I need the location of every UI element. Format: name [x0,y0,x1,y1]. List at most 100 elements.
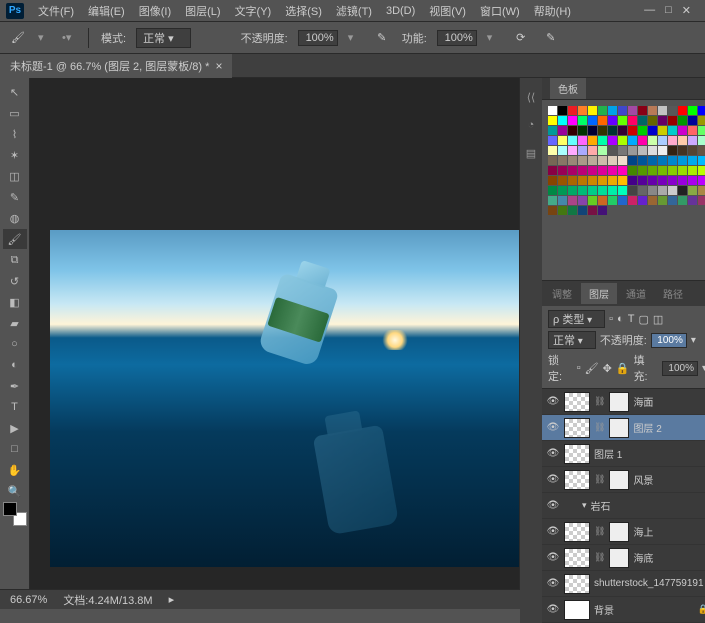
color-swatch[interactable] [608,146,617,155]
color-swatch[interactable] [558,136,567,145]
blend-mode-select[interactable]: 正常 ▾ [136,28,191,48]
window-minimize-icon[interactable]: — [644,4,655,17]
tool-eyedropper[interactable]: ✎ [3,187,27,207]
color-swatch[interactable] [578,186,587,195]
color-swatch[interactable] [588,196,597,205]
tool-hand[interactable]: ✋ [3,460,27,480]
close-tab-icon[interactable]: × [215,59,222,73]
color-swatch[interactable] [618,156,627,165]
layer-visibility-icon[interactable]: 👁 [546,447,560,461]
color-swatch[interactable] [578,196,587,205]
status-chevron-icon[interactable]: ▸ [169,593,175,606]
color-swatch[interactable] [668,166,677,175]
layer-row[interactable]: 👁图层 1 [542,441,705,467]
menu-layer[interactable]: 图层(L) [179,1,226,21]
tool-move[interactable]: ↖ [3,82,27,102]
tool-crop[interactable]: ◫ [3,166,27,186]
color-swatch[interactable] [678,106,687,115]
tool-blur[interactable]: ○ [3,334,27,354]
color-swatch[interactable] [678,136,687,145]
layer-name[interactable]: 背景 [594,602,694,617]
color-swatch[interactable] [638,156,647,165]
layer-link-icon[interactable]: ⛓ [594,526,605,537]
color-swatch[interactable] [588,136,597,145]
tool-pen[interactable]: ✒ [3,376,27,396]
color-swatch[interactable] [568,186,577,195]
color-swatch[interactable] [678,146,687,155]
color-swatch[interactable] [698,116,705,125]
color-swatch[interactable] [678,196,687,205]
tool-rectangle[interactable]: □ [3,439,27,459]
color-swatch[interactable] [658,126,667,135]
color-swatch[interactable] [698,176,705,185]
filter-pixel-icon[interactable]: ▫ [609,313,613,325]
color-swatch[interactable] [648,136,657,145]
color-swatch[interactable] [598,116,607,125]
color-swatch[interactable] [648,176,657,185]
color-swatch[interactable] [578,116,587,125]
layer-visibility-icon[interactable]: 👁 [546,577,560,591]
color-swatch[interactable] [598,136,607,145]
color-swatch[interactable] [618,166,627,175]
color-swatch[interactable] [668,106,677,115]
tool-lasso[interactable]: ⌇ [3,124,27,144]
color-swatch[interactable] [688,156,697,165]
color-swatch[interactable] [558,196,567,205]
color-swatch[interactable] [648,196,657,205]
layer-name[interactable]: 海上 [633,524,705,539]
color-swatch[interactable] [678,186,687,195]
color-swatch[interactable] [658,136,667,145]
layer-row[interactable]: 👁⛓风景 [542,467,705,493]
filter-adjust-icon[interactable]: ◐ [617,313,624,325]
color-swatch[interactable] [568,126,577,135]
layer-filter-select[interactable]: ρ 类型 ▾ [548,310,605,328]
color-swatch[interactable] [608,186,617,195]
menu-image[interactable]: 图像(I) [133,1,177,21]
color-swatch[interactable] [608,156,617,165]
layer-visibility-icon[interactable]: 👁 [546,499,560,513]
color-swatch[interactable] [628,146,637,155]
color-swatch[interactable] [618,186,627,195]
color-swatch[interactable] [678,156,687,165]
color-swatch[interactable] [608,176,617,185]
layer-name[interactable]: 岩石 [591,498,705,513]
layer-mask-thumbnail[interactable] [609,548,629,568]
flow-chevron-icon[interactable]: ▾ [487,31,501,45]
color-swatch[interactable] [698,186,705,195]
color-swatch[interactable] [628,106,637,115]
color-swatch[interactable] [648,126,657,135]
layer-mask-thumbnail[interactable] [609,418,629,438]
lock-paint-icon[interactable]: 🖌 [585,362,599,375]
tool-gradient[interactable]: ▰ [3,313,27,333]
color-swatch[interactable] [568,116,577,125]
color-swatch[interactable] [628,166,637,175]
layer-mask-thumbnail[interactable] [609,522,629,542]
layer-visibility-icon[interactable]: 👁 [546,473,560,487]
color-swatch[interactable] [688,166,697,175]
color-swatch[interactable] [588,186,597,195]
layer-name[interactable]: 海底 [633,550,705,565]
tool-marquee[interactable]: ▭ [3,103,27,123]
tool-spot-heal[interactable]: ◍ [3,208,27,228]
opacity-chevron-icon[interactable]: ▾ [348,31,362,45]
color-swatch[interactable] [658,186,667,195]
layer-blend-select[interactable]: 正常 ▾ [548,331,596,349]
tool-zoom[interactable]: 🔍 [3,481,27,501]
color-swatch[interactable] [568,196,577,205]
menu-edit[interactable]: 编辑(E) [82,1,131,21]
color-swatch[interactable] [638,196,647,205]
menu-help[interactable]: 帮助(H) [528,1,577,21]
color-swatch[interactable] [638,126,647,135]
layer-name[interactable]: 风景 [633,472,705,487]
color-swatch[interactable] [648,186,657,195]
layer-thumbnail[interactable] [564,522,590,542]
swatches-panel-header[interactable]: 色板 [542,78,705,100]
color-swatch[interactable] [678,116,687,125]
layer-row[interactable]: 👁⛓海面 [542,389,705,415]
color-swatch[interactable] [698,146,705,155]
panel-collapse-icon[interactable]: ⟨⟨ [520,86,542,108]
color-swatch[interactable] [578,136,587,145]
menu-view[interactable]: 视图(V) [423,1,472,21]
layer-row[interactable]: 👁⛓海底 [542,545,705,571]
color-swatch[interactable] [688,176,697,185]
